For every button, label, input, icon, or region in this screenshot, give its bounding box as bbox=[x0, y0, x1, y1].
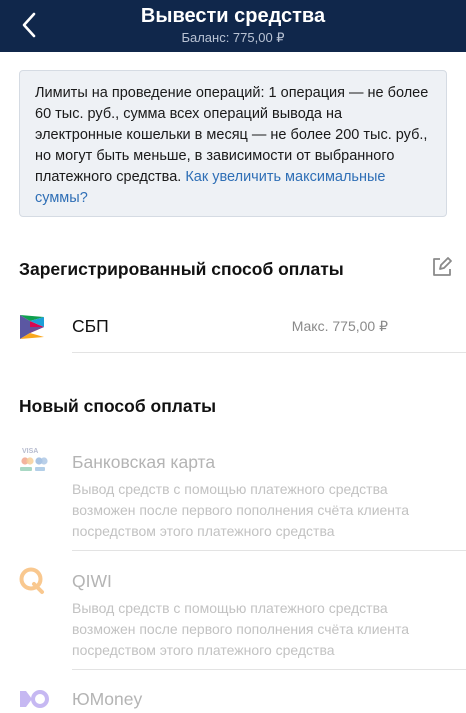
bank-card-icon: VISA bbox=[18, 444, 54, 480]
divider bbox=[72, 669, 466, 670]
method-yumoney[interactable]: ЮMoney bbox=[0, 689, 466, 713]
divider bbox=[72, 352, 466, 353]
edit-button[interactable] bbox=[431, 256, 453, 278]
method-bank-card[interactable]: VISA Банковская карта Вывод средств с по… bbox=[0, 448, 466, 550]
limits-info-box: Лимиты на проведение операций: 1 операци… bbox=[19, 70, 447, 217]
registered-method-sbp[interactable]: СБП Макс. 775,00 ₽ bbox=[0, 300, 466, 352]
qiwi-icon bbox=[17, 565, 53, 601]
registered-method-heading: Зарегистрированный способ оплаты bbox=[19, 259, 344, 279]
method-qiwi[interactable]: QIWI Вывод средств с помощью платежного … bbox=[0, 567, 466, 669]
new-method-heading: Новый способ оплаты bbox=[19, 396, 217, 416]
svg-text:VISA: VISA bbox=[22, 448, 38, 455]
yumoney-icon bbox=[18, 689, 54, 711]
edit-icon bbox=[433, 257, 452, 276]
bank-card-description: Вывод средств с помощью платежного средс… bbox=[72, 481, 410, 539]
sbp-label: СБП bbox=[72, 316, 109, 336]
divider bbox=[72, 550, 466, 551]
qiwi-label: QIWI bbox=[72, 571, 112, 591]
sbp-max-amount: Макс. 775,00 ₽ bbox=[291, 318, 388, 334]
qiwi-description: Вывод средств с помощью платежного средс… bbox=[72, 600, 410, 658]
sbp-icon bbox=[20, 315, 44, 339]
top-bar: Вывести средства Баланс: 775,00 ₽ bbox=[0, 0, 466, 52]
yumoney-label: ЮMoney bbox=[72, 689, 143, 709]
balance-label: Баланс: 775,00 ₽ bbox=[181, 30, 285, 45]
page-title: Вывести средства bbox=[140, 5, 326, 27]
bank-card-label: Банковская карта bbox=[72, 452, 216, 472]
